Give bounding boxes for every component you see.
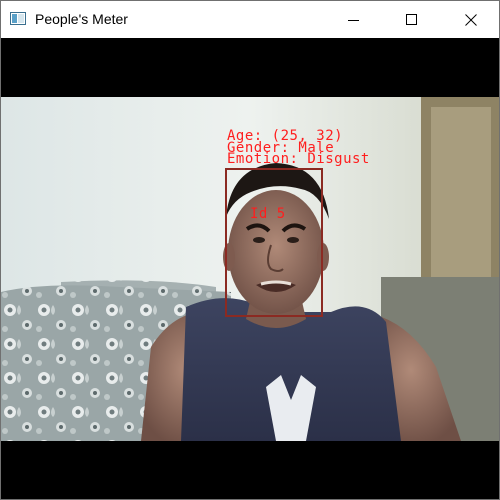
minimize-button[interactable] xyxy=(331,1,377,38)
window-title: People's Meter xyxy=(35,11,128,27)
close-icon xyxy=(465,13,477,26)
close-button[interactable] xyxy=(448,1,494,38)
emotion-label: Emotion: Disgust xyxy=(227,151,370,167)
app-window-icon xyxy=(10,12,26,25)
title-bar[interactable]: People's Meter xyxy=(1,1,499,38)
face-bounding-box xyxy=(225,168,323,317)
maximize-icon xyxy=(406,13,417,25)
id-label: Id 5 xyxy=(250,206,286,222)
app-window: People's Meter Age: (25, 32) Gender: Mal… xyxy=(0,0,500,500)
maximize-button[interactable] xyxy=(389,1,435,38)
minimize-icon xyxy=(348,19,359,21)
